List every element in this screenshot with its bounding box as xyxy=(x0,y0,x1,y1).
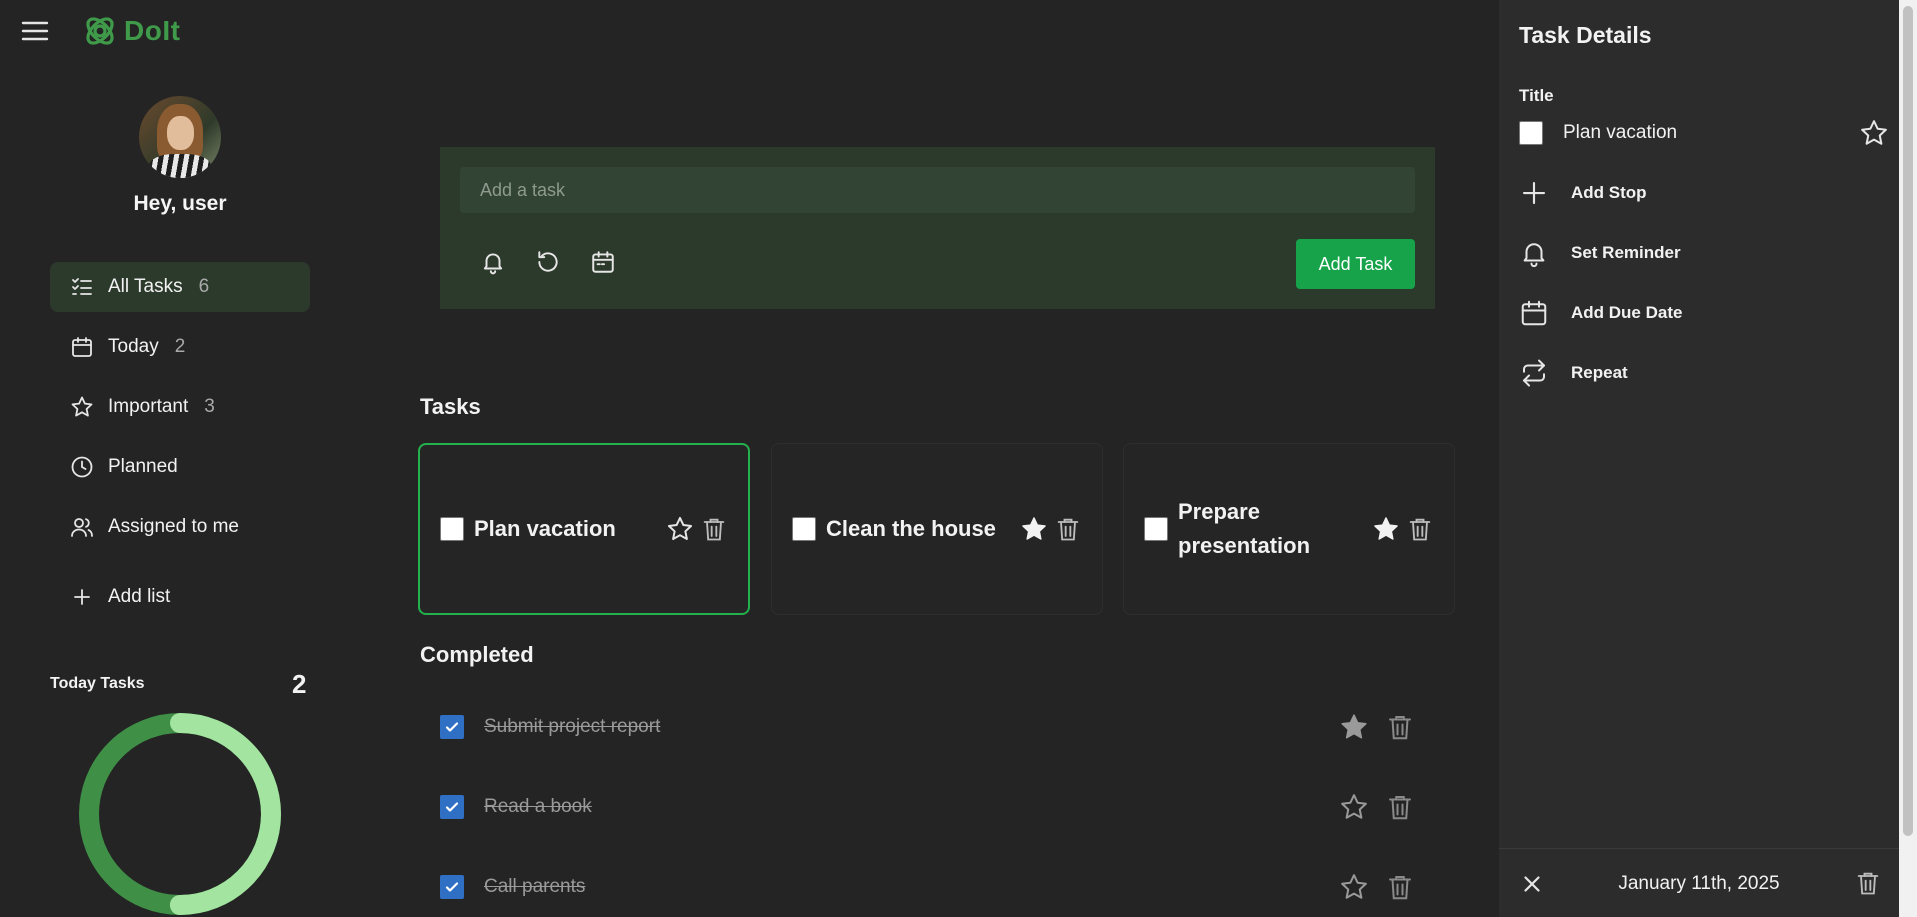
task-card[interactable]: Clean the house xyxy=(771,443,1103,615)
trash-icon[interactable] xyxy=(1385,872,1415,902)
sidebar-item-all-tasks[interactable]: All Tasks 6 xyxy=(50,262,310,312)
plus-icon xyxy=(74,589,90,605)
add-task-panel: Add Task xyxy=(440,147,1435,309)
set-reminder-button[interactable]: Set Reminder xyxy=(1519,233,1879,273)
set-reminder-label: Set Reminder xyxy=(1571,243,1681,262)
app-logo: DoIt xyxy=(82,13,180,49)
trash-icon[interactable] xyxy=(1385,712,1415,742)
task-checkbox[interactable] xyxy=(1144,517,1168,541)
add-task-input[interactable] xyxy=(460,167,1415,213)
bell-icon[interactable] xyxy=(480,249,506,275)
add-stop-button[interactable]: Add Stop xyxy=(1519,173,1879,213)
greeting-text: Hey, user xyxy=(133,192,227,215)
sidebar-item-assigned[interactable]: Assigned to me xyxy=(50,502,310,552)
completed-checkbox[interactable] xyxy=(440,795,464,819)
sidebar-item-label: Important xyxy=(108,396,189,417)
sidebar-item-today[interactable]: Today 2 xyxy=(50,322,310,372)
sidebar-item-label: All Tasks xyxy=(108,276,183,297)
app-name: DoIt xyxy=(124,15,181,46)
scrollbar-thumb[interactable] xyxy=(1903,6,1913,836)
completed-row[interactable]: Call parents xyxy=(440,862,1435,912)
sidebar-item-label: Assigned to me xyxy=(108,516,239,537)
add-list-label: Add list xyxy=(108,586,171,607)
completed-title: Call parents xyxy=(484,876,586,897)
sidebar-item-count: 3 xyxy=(204,396,215,417)
created-date: January 11th, 2025 xyxy=(1618,873,1780,894)
task-title: Prepare presentation xyxy=(1178,499,1311,558)
clock-icon xyxy=(71,456,93,478)
add-stop-label: Add Stop xyxy=(1571,183,1647,202)
repeat-arrows-icon xyxy=(1523,359,1545,387)
add-task-button[interactable]: Add Task xyxy=(1296,239,1415,289)
star-icon[interactable] xyxy=(1859,118,1889,148)
task-card[interactable]: Plan vacation xyxy=(418,443,750,615)
logo-icon xyxy=(86,17,114,45)
star-icon[interactable] xyxy=(666,515,694,543)
calendar-icon[interactable] xyxy=(590,249,616,275)
details-heading: Task Details xyxy=(1519,22,1652,48)
star-filled-icon[interactable] xyxy=(1339,712,1369,742)
repeat-button[interactable]: Repeat xyxy=(1519,353,1879,393)
details-title-label: Title xyxy=(1519,86,1554,105)
sidebar-item-count: 2 xyxy=(174,336,186,357)
completed-title: Read a book xyxy=(484,796,592,817)
details-footer: January 11th, 2025 xyxy=(1499,848,1899,917)
completed-checkbox[interactable] xyxy=(440,715,464,739)
tasks-section-title: Tasks xyxy=(420,394,481,419)
add-due-date-label: Add Due Date xyxy=(1571,303,1683,322)
star-filled-icon[interactable] xyxy=(1372,515,1400,543)
add-list-button[interactable]: Add list xyxy=(50,572,310,622)
calendar-icon xyxy=(72,337,92,357)
task-checkbox[interactable] xyxy=(792,517,816,541)
task-details-panel: Task Details Title Plan vacation Add Sto… xyxy=(1499,0,1899,917)
task-title: Clean the house xyxy=(826,516,996,541)
details-task-name[interactable]: Plan vacation xyxy=(1563,122,1859,144)
repeat-icon[interactable] xyxy=(535,249,561,275)
close-icon[interactable] xyxy=(1519,871,1545,897)
completed-section-title: Completed xyxy=(420,642,534,667)
today-tasks-label: Today Tasks xyxy=(50,675,145,692)
add-due-date-button[interactable]: Add Due Date xyxy=(1519,293,1879,333)
today-tasks-donut xyxy=(79,713,281,915)
task-card[interactable]: Prepare presentation xyxy=(1123,443,1455,615)
star-icon xyxy=(71,396,93,417)
page-scrollbar[interactable] xyxy=(1899,0,1917,917)
star-filled-icon[interactable] xyxy=(1020,515,1048,543)
completed-title: Submit project report xyxy=(484,716,661,737)
details-task-checkbox[interactable] xyxy=(1519,121,1543,145)
users-icon xyxy=(71,518,93,537)
completed-row[interactable]: Submit project report xyxy=(440,702,1435,752)
repeat-label: Repeat xyxy=(1571,363,1628,382)
trash-icon[interactable] xyxy=(1385,792,1415,822)
task-title: Plan vacation xyxy=(474,516,616,541)
bell-icon xyxy=(1523,243,1545,268)
today-tasks-count: 2 xyxy=(292,669,307,699)
hamburger-menu-icon[interactable] xyxy=(20,19,50,43)
trash-icon[interactable] xyxy=(1054,515,1082,543)
details-title-row: Plan vacation xyxy=(1519,118,1889,148)
star-icon[interactable] xyxy=(1339,872,1369,902)
sidebar-item-planned[interactable]: Planned xyxy=(50,442,310,492)
task-checkbox[interactable] xyxy=(440,517,464,541)
completed-row[interactable]: Read a book xyxy=(440,782,1435,832)
trash-icon[interactable] xyxy=(700,515,728,543)
plus-icon xyxy=(1522,181,1546,205)
star-icon[interactable] xyxy=(1339,792,1369,822)
calendar-icon xyxy=(1521,300,1547,326)
list-check-icon xyxy=(72,278,92,295)
avatar xyxy=(139,96,221,178)
completed-checkbox[interactable] xyxy=(440,875,464,899)
sidebar-item-count: 6 xyxy=(198,276,210,297)
sidebar-item-important[interactable]: Important 3 xyxy=(50,382,310,432)
sidebar-item-label: Planned xyxy=(108,456,178,477)
sidebar-item-label: Today xyxy=(108,336,159,357)
trash-icon[interactable] xyxy=(1406,515,1434,543)
trash-icon[interactable] xyxy=(1854,869,1882,897)
